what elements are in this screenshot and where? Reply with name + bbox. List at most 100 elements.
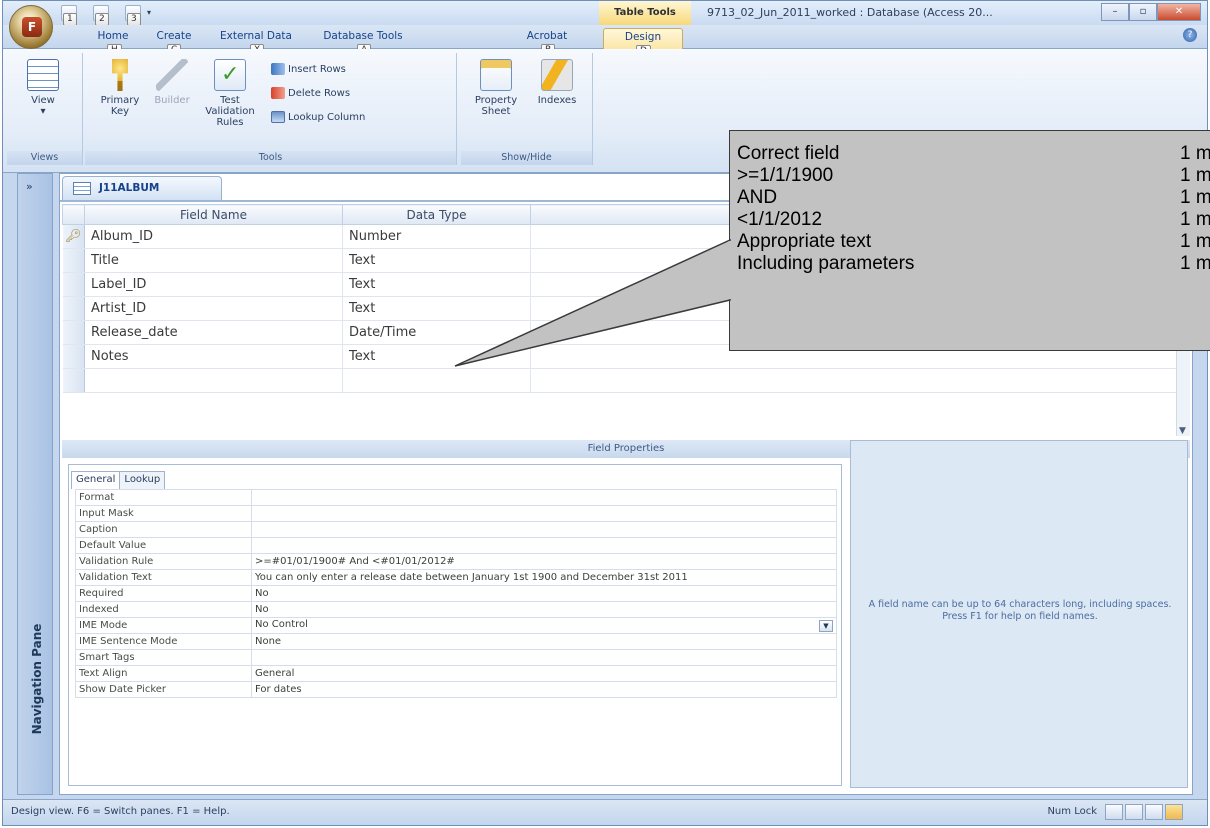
chevron-down-icon: ▾	[40, 106, 46, 117]
property-row[interactable]: Smart Tags	[75, 649, 837, 666]
field-name-cell[interactable]: Release_date	[84, 320, 343, 345]
customize-qat-icon[interactable]: ▾	[147, 8, 157, 18]
tab-database-tools[interactable]: Database ToolsA	[315, 28, 411, 57]
primary-key-button[interactable]: Primary Key	[95, 59, 145, 117]
property-row[interactable]: Text Align General	[75, 665, 837, 682]
callout-mark: 1 m	[1180, 209, 1210, 230]
navigation-pane-label: Navigation Pane	[30, 623, 44, 735]
test-validation-rules-button[interactable]: ✓ Test Validation Rules	[197, 59, 263, 128]
tab-design[interactable]: DesignD	[603, 28, 683, 58]
close-button[interactable]: ✕	[1157, 3, 1201, 21]
help-icon[interactable]: ?	[1183, 28, 1197, 42]
undo-icon[interactable]: 2	[93, 5, 109, 26]
property-value[interactable]	[251, 537, 837, 554]
group-label-views: Views	[7, 151, 82, 165]
property-sheet-button[interactable]: Property Sheet	[467, 59, 525, 117]
indexes-button[interactable]: Indexes	[533, 59, 581, 106]
document-tab-title: J11ALBUM	[99, 182, 160, 194]
property-value[interactable]	[251, 505, 837, 522]
property-row[interactable]: Show Date Picker For dates	[75, 681, 837, 698]
row-selector[interactable]	[62, 248, 85, 273]
callout-mark: 1 m	[1180, 253, 1210, 274]
scroll-down-arrow-icon[interactable]: ▼	[1179, 426, 1186, 436]
tab-general[interactable]: General	[71, 471, 121, 489]
property-grid: Format Input Mask Caption Default Value …	[75, 489, 837, 698]
select-all-header[interactable]	[62, 204, 85, 225]
save-icon[interactable]: 1	[61, 5, 77, 26]
row-selector[interactable]	[62, 344, 85, 369]
description-cell[interactable]	[530, 368, 1180, 393]
builder-label: Builder	[154, 95, 190, 106]
property-value[interactable]: For dates	[251, 681, 837, 698]
tab-label: Database Tools	[323, 30, 403, 42]
maximize-button[interactable]: ▫	[1129, 3, 1157, 21]
table-row-empty[interactable]	[62, 368, 1180, 393]
property-row[interactable]: Validation Text You can only enter a rele…	[75, 569, 837, 586]
pivottable-view-icon[interactable]	[1125, 804, 1143, 820]
data-type-cell[interactable]: Text	[342, 296, 531, 321]
property-value[interactable]	[251, 521, 837, 538]
property-row[interactable]: Indexed No	[75, 601, 837, 618]
tab-acrobat[interactable]: AcrobatB	[519, 28, 575, 57]
property-row[interactable]: IME Sentence Mode None	[75, 633, 837, 650]
delete-rows-button[interactable]: Delete Rows	[271, 87, 350, 99]
field-name-cell[interactable]: Notes	[84, 344, 343, 369]
data-type-cell[interactable]: Date/Time	[342, 320, 531, 345]
field-name-cell[interactable]	[84, 368, 343, 393]
callout-line: Appropriate text	[737, 231, 872, 252]
indexes-lightning-icon	[541, 59, 573, 91]
validation-text-value[interactable]: You can only enter a release date betwee…	[251, 569, 837, 586]
property-row[interactable]: Required No	[75, 585, 837, 602]
view-button[interactable]: View ▾	[15, 59, 71, 117]
property-row[interactable]: Validation Rule >=#01/01/1900# And <#01/0…	[75, 553, 837, 570]
property-value[interactable]: No	[251, 585, 837, 602]
expand-nav-chevron-icon[interactable]: »	[26, 180, 33, 193]
row-selector[interactable]	[62, 272, 85, 297]
pivotchart-view-icon[interactable]	[1145, 804, 1163, 820]
validation-rule-value[interactable]: >=#01/01/1900# And <#01/01/2012#	[251, 553, 837, 570]
column-header-field-name: Field Name	[84, 204, 343, 225]
tab-create[interactable]: CreateC	[151, 28, 197, 57]
office-button[interactable]: F	[9, 5, 53, 49]
lookup-column-button[interactable]: Lookup Column	[271, 111, 365, 123]
tab-external-data[interactable]: External DataX	[213, 28, 299, 57]
property-value[interactable]: No	[251, 601, 837, 618]
property-name: IME Mode	[75, 617, 252, 634]
property-row[interactable]: Caption	[75, 521, 837, 538]
lookup-column-icon	[271, 111, 285, 123]
property-value[interactable]	[251, 489, 837, 506]
field-name-cell[interactable]: Label_ID	[84, 272, 343, 297]
field-name-cell[interactable]: Title	[84, 248, 343, 273]
property-row[interactable]: Format	[75, 489, 837, 506]
datasheet-view-icon[interactable]	[1105, 804, 1123, 820]
design-view-icon[interactable]	[1165, 804, 1183, 820]
row-selector[interactable]	[62, 368, 85, 393]
redo-icon[interactable]: 3	[125, 5, 141, 26]
property-value[interactable]: None	[251, 633, 837, 650]
ime-mode-cell[interactable]: ▼ No Control	[251, 617, 837, 634]
navigation-pane[interactable]: » Navigation Pane	[17, 173, 53, 795]
row-selector[interactable]	[62, 320, 85, 345]
field-name-cell[interactable]: Artist_ID	[84, 296, 343, 321]
property-row[interactable]: Input Mask	[75, 505, 837, 522]
minimize-button[interactable]: –	[1101, 3, 1129, 21]
data-type-cell[interactable]: Text	[342, 248, 531, 273]
property-row[interactable]: IME Mode ▼ No Control	[75, 617, 837, 634]
field-name-cell[interactable]: Album_ID	[84, 224, 343, 249]
data-type-cell[interactable]	[342, 368, 531, 393]
tab-lookup[interactable]: Lookup	[119, 471, 166, 489]
tab-home[interactable]: HomeH	[91, 28, 135, 57]
view-icon	[27, 59, 59, 91]
data-type-cell[interactable]: Text	[342, 272, 531, 297]
data-type-cell[interactable]: Text	[342, 344, 531, 369]
document-tab[interactable]: J11ALBUM	[62, 176, 222, 200]
data-type-cell[interactable]: Number	[342, 224, 531, 249]
builder-button[interactable]: Builder	[151, 59, 193, 106]
property-value[interactable]	[251, 649, 837, 666]
delete-rows-label: Delete Rows	[288, 87, 351, 99]
row-selector[interactable]	[62, 296, 85, 321]
property-value[interactable]: General	[251, 665, 837, 682]
property-row[interactable]: Default Value	[75, 537, 837, 554]
insert-rows-button[interactable]: Insert Rows	[271, 63, 346, 75]
dropdown-arrow-icon[interactable]: ▼	[819, 620, 833, 632]
